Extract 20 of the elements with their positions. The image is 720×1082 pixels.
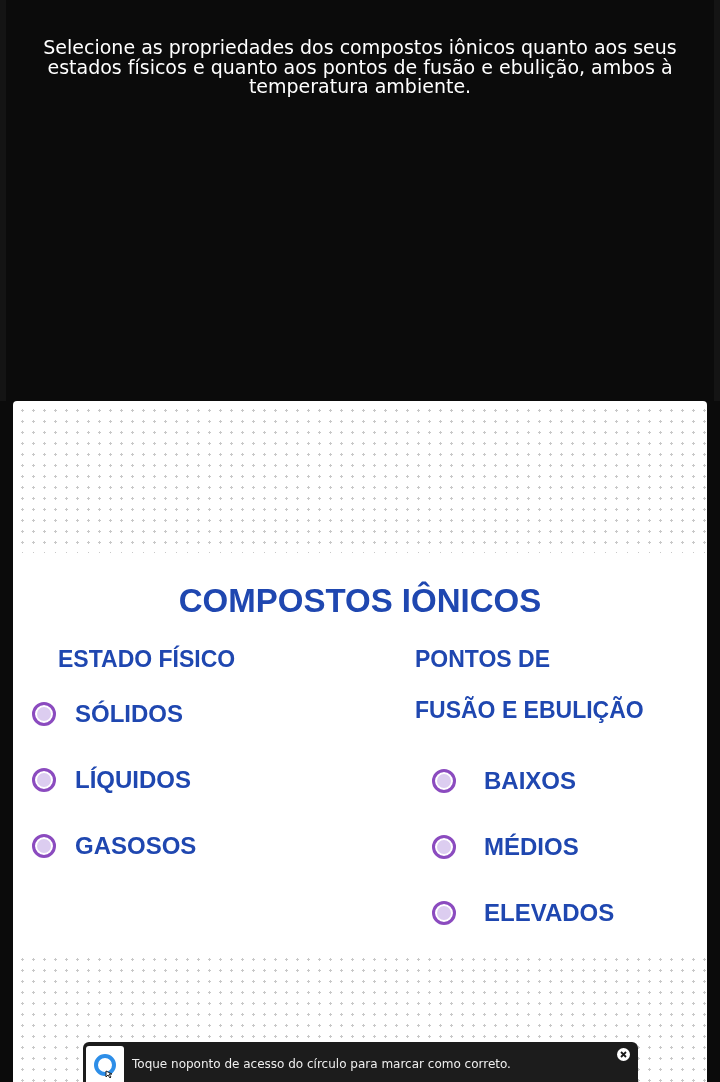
- option-label: GASOSOS: [75, 832, 197, 860]
- option-label: MÉDIOS: [484, 833, 579, 861]
- radio-hotspot[interactable]: [32, 834, 56, 858]
- column-heading: PONTOS DE: [415, 645, 552, 674]
- toast-message: Toque noponto de acesso do círculo para marcar como correto.: [132, 1057, 512, 1071]
- question-text: Selecione as propriedades dos compostos iônicos quanto aos seus estados físicos e quanto aos pontos de fusão e ebulição, ambos à temperatura ambiente.: [42, 38, 678, 97]
- diagram-title: COMPOSTOS IÔNICOS: [177, 583, 543, 619]
- close-icon[interactable]: [617, 1048, 630, 1061]
- option-label: ELEVADOS: [484, 899, 615, 927]
- option-label: LÍQUIDOS: [75, 766, 191, 794]
- option-label: SÓLIDOS: [75, 700, 183, 728]
- radio-hotspot[interactable]: [432, 835, 456, 859]
- radio-hotspot[interactable]: [432, 769, 456, 793]
- column-heading: FUSÃO E EBULIÇÃO: [415, 695, 645, 725]
- option-label: BAIXOS: [484, 767, 576, 795]
- column-heading: ESTADO FÍSICO: [57, 644, 237, 674]
- tap-circle-icon: [93, 1053, 117, 1079]
- radio-hotspot[interactable]: [432, 901, 456, 925]
- radio-hotspot[interactable]: [32, 768, 56, 792]
- radio-hotspot[interactable]: [32, 702, 56, 726]
